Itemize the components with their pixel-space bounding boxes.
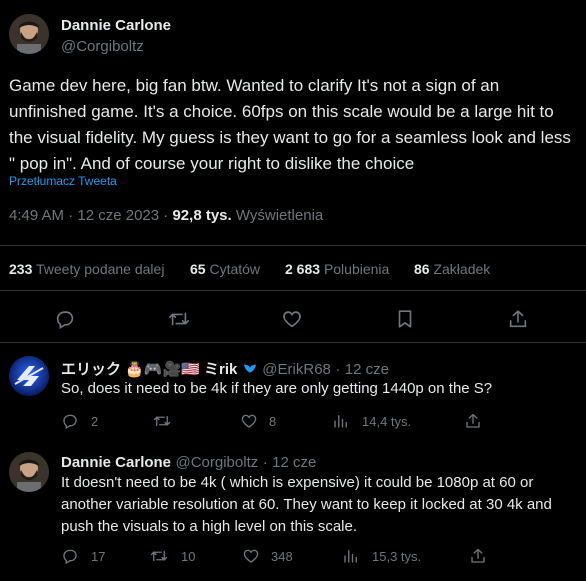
stat-retweets-label: Tweety podane dalej bbox=[36, 261, 165, 277]
like-count: 348 bbox=[271, 549, 293, 564]
author-handle[interactable]: @Corgiboltz bbox=[61, 38, 144, 55]
tweet-date[interactable]: 12 cze 2023 bbox=[77, 207, 159, 224]
reply-text: It doesn't need to be 4k ( which is expe… bbox=[61, 474, 552, 535]
reply-count: 17 bbox=[91, 549, 106, 564]
views-count: 15,3 tys. bbox=[372, 549, 422, 564]
reply-text: So, does it need to be 4k if they are on… bbox=[61, 380, 493, 397]
author-name[interactable]: Dannie Carlone bbox=[61, 17, 171, 34]
views-icon[interactable] bbox=[342, 547, 360, 565]
like-icon[interactable] bbox=[281, 308, 303, 330]
meta-separator: · bbox=[68, 207, 74, 224]
reply-time[interactable]: 12 cze bbox=[345, 361, 389, 378]
stat-quotes[interactable]: 65 Cytatów bbox=[190, 261, 260, 277]
stat-retweets[interactable]: 233 Tweety podane dalej bbox=[9, 261, 164, 277]
like-count: 8 bbox=[269, 414, 277, 429]
avatar-image bbox=[9, 356, 49, 396]
reply-icon[interactable] bbox=[61, 547, 79, 565]
views-count: 14,4 tys. bbox=[362, 414, 412, 429]
bookmark-icon[interactable] bbox=[394, 308, 416, 330]
reply-header: Dannie Carlone @Corgiboltz · 12 cze bbox=[61, 454, 316, 472]
divider bbox=[0, 342, 586, 343]
tweet-meta: 4:49 AM · 12 cze 2023 · 92,8 tys. Wyświe… bbox=[9, 207, 323, 224]
author-name[interactable]: Dannie Carlone bbox=[61, 454, 171, 471]
retweet-icon[interactable] bbox=[153, 412, 171, 430]
tweet-time[interactable]: 4:49 AM bbox=[9, 207, 64, 224]
stat-retweets-count: 233 bbox=[9, 261, 33, 277]
stat-bookmarks[interactable]: 86 Zakładek bbox=[414, 261, 490, 277]
divider bbox=[0, 245, 586, 246]
author-handle[interactable]: @Corgiboltz bbox=[175, 454, 258, 471]
reply-time[interactable]: 12 cze bbox=[272, 454, 316, 471]
stat-likes[interactable]: 2 683 Polubienia bbox=[285, 261, 389, 277]
meta-separator: · bbox=[262, 454, 268, 471]
reply-icon[interactable] bbox=[61, 412, 79, 430]
retweet-icon[interactable] bbox=[150, 547, 168, 565]
divider bbox=[0, 290, 586, 291]
stat-likes-count: 2 683 bbox=[285, 261, 321, 277]
retweet-icon[interactable] bbox=[168, 308, 190, 330]
reply-icon[interactable] bbox=[54, 308, 76, 330]
avatar-image bbox=[9, 14, 49, 54]
share-icon[interactable] bbox=[469, 547, 487, 565]
author-handle[interactable]: @ErikR68 bbox=[262, 361, 331, 378]
avatar[interactable] bbox=[9, 14, 49, 54]
meta-separator: · bbox=[163, 207, 169, 224]
reply-count: 2 bbox=[91, 414, 99, 429]
avatar[interactable] bbox=[9, 356, 49, 396]
views-icon[interactable] bbox=[332, 412, 350, 430]
share-icon[interactable] bbox=[507, 308, 529, 330]
share-icon[interactable] bbox=[464, 412, 482, 430]
views-label: Wyświetlenia bbox=[235, 207, 324, 224]
stat-bookmarks-count: 86 bbox=[414, 261, 430, 277]
like-icon[interactable] bbox=[242, 547, 260, 565]
translate-link[interactable]: Przetłumacz Tweeta bbox=[9, 174, 117, 188]
like-icon[interactable] bbox=[240, 412, 258, 430]
avatar-image bbox=[9, 452, 49, 492]
stat-likes-label: Polubienia bbox=[323, 261, 390, 277]
stat-quotes-count: 65 bbox=[190, 261, 206, 277]
stat-quotes-label: Cytatów bbox=[209, 261, 261, 277]
views-count: 92,8 tys. bbox=[172, 207, 232, 224]
meta-separator: · bbox=[335, 361, 341, 378]
retweet-count: 10 bbox=[181, 549, 196, 564]
avatar[interactable] bbox=[9, 452, 49, 492]
tweet-text: Game dev here, big fan btw. Wanted to cl… bbox=[9, 76, 571, 173]
author-name[interactable]: エリック 🎂🎮🎥🇺🇸 ミrik bbox=[61, 361, 237, 378]
stat-bookmarks-label: Zakładek bbox=[433, 261, 491, 277]
